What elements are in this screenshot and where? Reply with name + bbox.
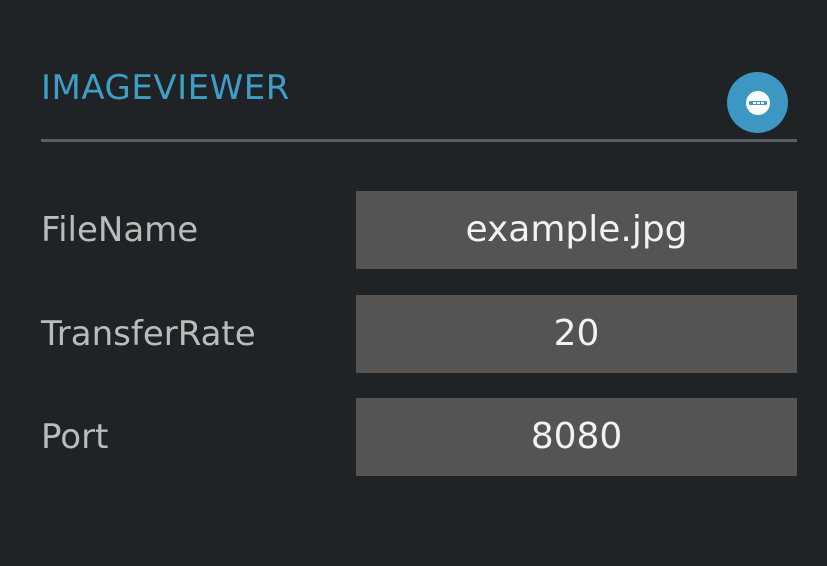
panel-title: IMAGEVIEWER <box>41 68 290 108</box>
filename-input[interactable]: example.jpg <box>356 191 797 269</box>
collapse-circle-icon <box>745 90 770 115</box>
panel-header: IMAGEVIEWER <box>41 66 797 142</box>
transferrate-label: TransferRate <box>41 314 256 354</box>
header-divider <box>41 139 797 142</box>
filename-label: FileName <box>41 210 199 250</box>
collapse-button[interactable] <box>727 72 788 133</box>
field-row-filename: FileName example.jpg <box>41 191 797 269</box>
imageviewer-panel: IMAGEVIEWER FileName example.jpg Transfe… <box>0 0 827 566</box>
field-row-transferrate: TransferRate 20 <box>41 295 797 373</box>
transferrate-input[interactable]: 20 <box>356 295 797 373</box>
field-row-port: Port 8080 <box>41 398 797 476</box>
port-input[interactable]: 8080 <box>356 398 797 476</box>
port-label: Port <box>41 417 109 457</box>
